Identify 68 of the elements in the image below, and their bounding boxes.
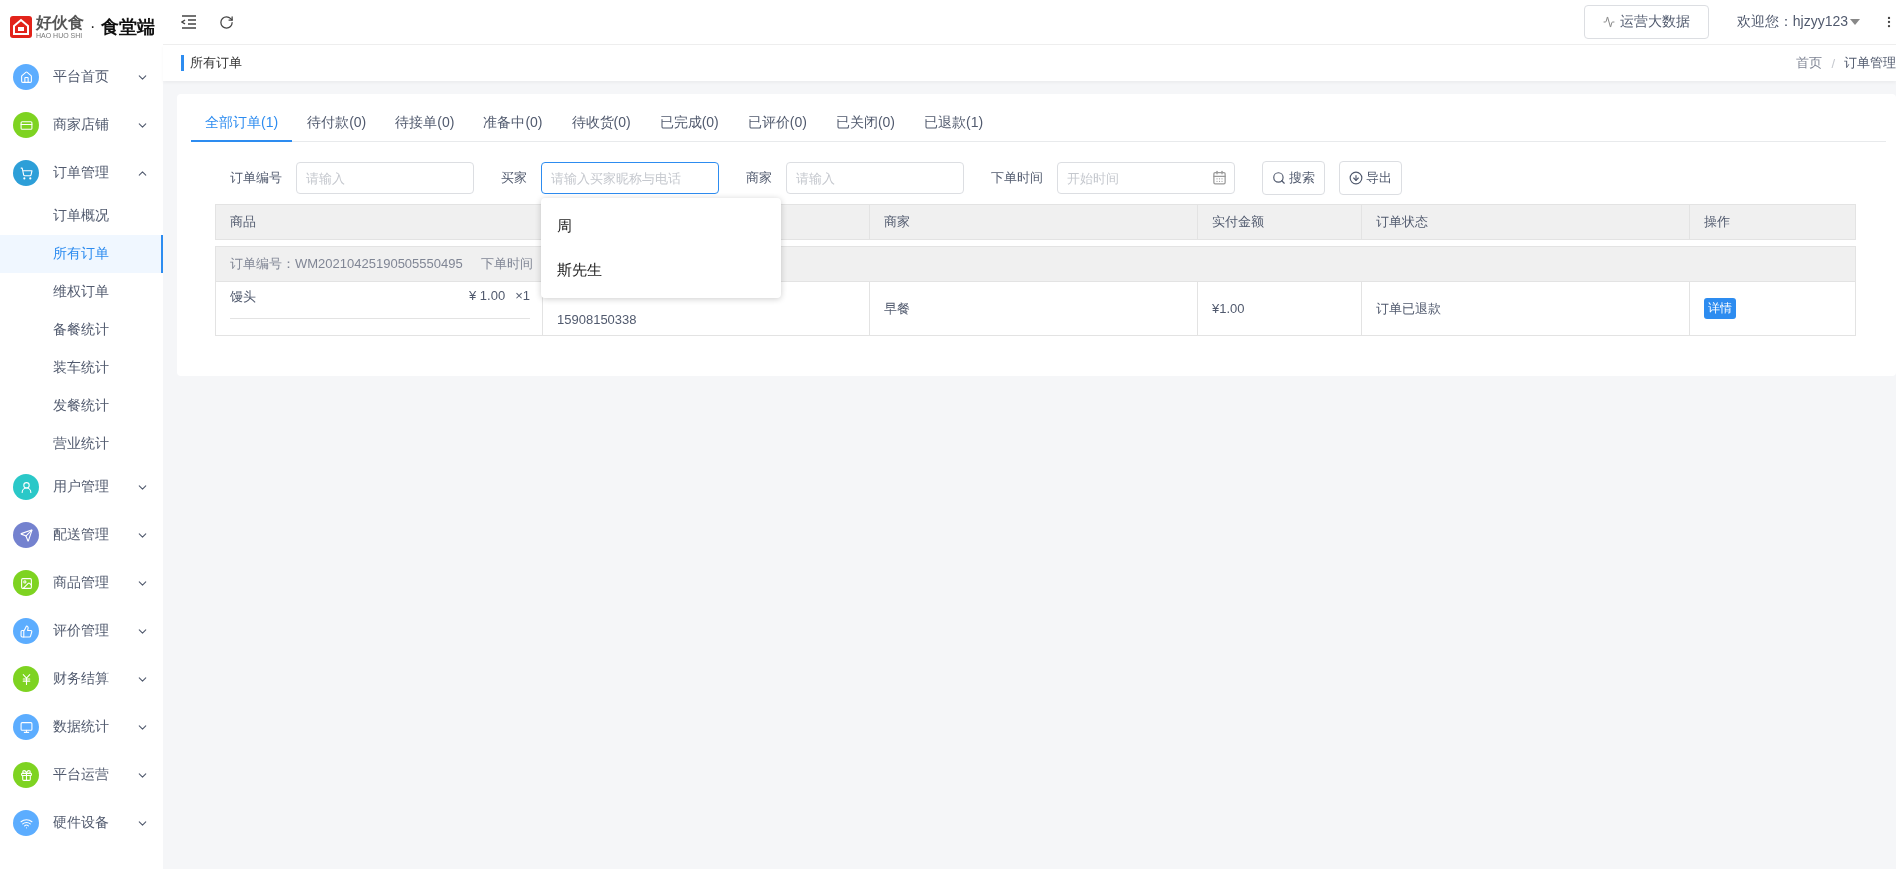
submenu-item[interactable]: 营业统计 [0,425,163,463]
submenu-item[interactable]: 装车统计 [0,349,163,387]
order-tab[interactable]: 准备中(0) [469,106,557,142]
goods-price: ¥ 1.00 [469,288,506,305]
breadcrumb-separator: / [1831,55,1835,71]
order-tab[interactable]: 已完成(0) [645,106,733,142]
suggestion-option[interactable]: 斯先生 [541,248,781,292]
sidebar-item[interactable]: 平台首页 [0,53,163,101]
submenu-item[interactable]: 发餐统计 [0,387,163,425]
order-tab[interactable]: 待接单(0) [381,106,469,142]
filter-label: 订单编号 [230,169,282,187]
sidebar-item[interactable]: 商品管理 [0,559,163,607]
sidebar-label: 商品管理 [53,574,110,592]
goods-name: 馒头 [230,288,257,306]
sidebar-item[interactable]: 订单管理 [0,149,163,197]
sidebar-label: 平台运营 [53,766,110,784]
sidebar-item[interactable]: 评价管理 [0,607,163,655]
order-tab[interactable]: 已关闭(0) [821,106,909,142]
sidebar-item[interactable]: 用户管理 [0,463,163,511]
table-cell: 订单已退款 [1362,282,1690,336]
order-tab[interactable]: 已退款(1) [910,106,998,142]
column-header: 商品 [215,204,543,240]
order-number: 订单编号：WM20210425190505550495 [230,255,463,273]
brand-name: 好伙食 [36,14,84,31]
sidebar-label: 商家店铺 [53,116,110,134]
column-header: 商家 [870,204,1198,240]
breadcrumb-current: 订单管理 [1844,54,1896,72]
sidebar-item[interactable]: 数据统计 [0,703,163,751]
table-cell: ¥1.00 [1198,282,1362,336]
order-tab[interactable]: 待收货(0) [557,106,645,142]
submenu-item[interactable]: 备餐统计 [0,311,163,349]
sidebar-item[interactable]: 财务结算 [0,655,163,703]
filter-label: 下单时间 [991,169,1043,187]
order-time-label: 下单时间 [480,255,533,273]
page-title: 所有订单 [181,55,242,71]
sidebar-label: 平台首页 [53,68,110,86]
sidebar-label: 财务结算 [53,670,110,688]
filter-label: 商家 [746,169,772,187]
sidebar-label: 评价管理 [53,622,110,640]
table-cell: 早餐 [870,282,1198,336]
buyer-phone: 15908150338 [557,312,637,327]
logo-separator: · [90,17,96,36]
order-tab[interactable]: 全部订单(1) [191,106,293,142]
order-tab[interactable]: 待付款(0) [293,106,381,142]
export-button[interactable]: 导出 [1339,161,1402,195]
sidebar-label: 数据统计 [53,718,110,736]
sidebar-item[interactable]: 商家店铺 [0,101,163,149]
suggestion-option[interactable]: 周 [541,204,781,248]
big-data-button[interactable]: 运营大数据 [1583,5,1709,39]
column-header: 操作 [1690,204,1856,240]
column-header: 订单状态 [1362,204,1690,240]
sidebar-label: 用户管理 [53,478,110,496]
submenu-item[interactable]: 订单概况 [0,197,163,235]
sidebar-item[interactable]: 配送管理 [0,511,163,559]
product-name: 食堂端 [101,15,156,39]
breadcrumb-link[interactable]: 首页 [1796,54,1823,72]
goods-quantity: ×1 [515,288,530,305]
column-header: 实付金额 [1198,204,1362,240]
filter-label: 买家 [501,169,527,187]
search-button[interactable]: 搜索 [1262,161,1325,195]
sidebar-label: 配送管理 [53,526,110,544]
sidebar-label: 硬件设备 [53,814,110,832]
sidebar-item[interactable]: 平台运营 [0,751,163,799]
submenu-item[interactable]: 维权订单 [0,273,163,311]
sidebar-item[interactable]: 硬件设备 [0,799,163,847]
order-tab[interactable]: 已评价(0) [733,106,821,142]
sidebar-label: 订单管理 [53,164,110,182]
user-menu[interactable]: 欢迎您：hjzyy123 [1736,13,1860,31]
